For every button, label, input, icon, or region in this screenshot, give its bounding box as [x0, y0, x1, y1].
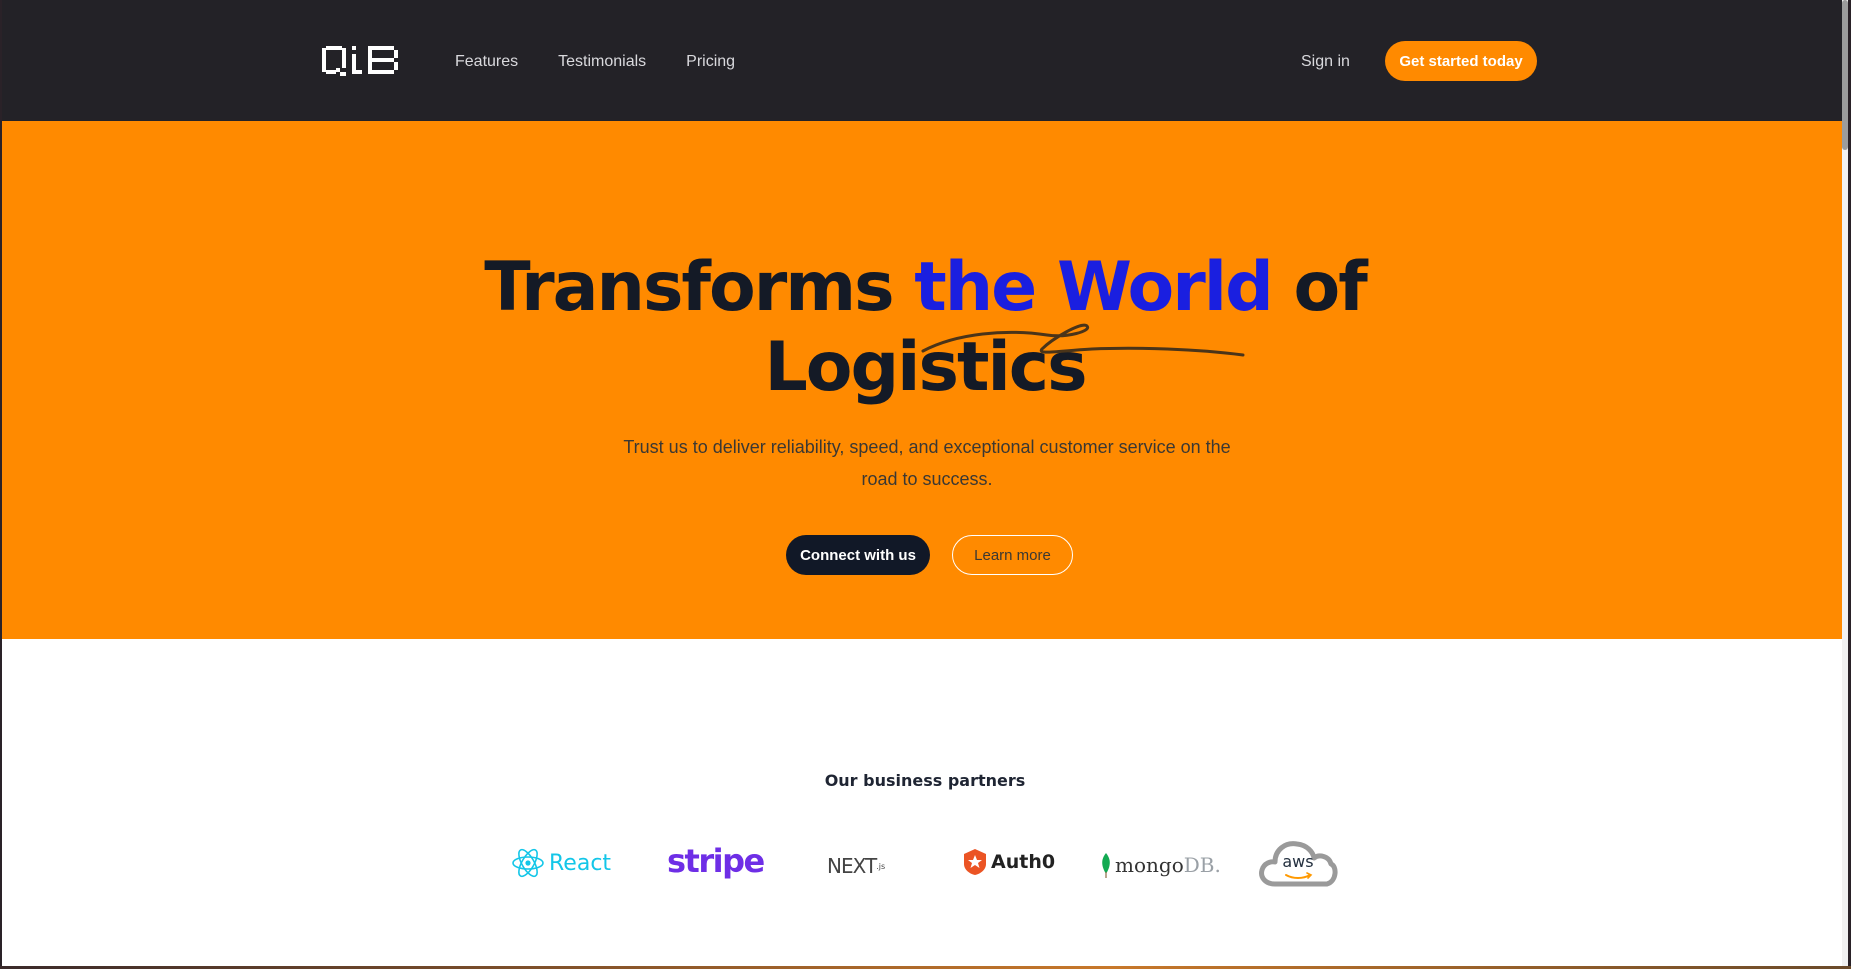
scrollbar-thumb[interactable]	[1842, 0, 1848, 150]
connect-with-us-button[interactable]: Connect with us	[786, 535, 930, 575]
nav-testimonials[interactable]: Testimonials	[558, 52, 646, 72]
mongodb-leaf-icon	[1102, 853, 1110, 878]
react-logo: React	[511, 846, 611, 880]
top-navigation-bar: Features Testimonials Pricing Sign in Ge…	[2, 0, 1848, 121]
nextjs-logo: NEXT .js	[827, 854, 885, 878]
hero-subtitle: Trust us to deliver reliability, speed, …	[623, 437, 1231, 489]
mongodb-logo-suffix: DB.	[1183, 853, 1221, 877]
nextjs-logo-suffix: .js	[876, 861, 886, 871]
hero-section: Transforms the World of Logistics Trust …	[2, 121, 1848, 639]
main-nav: Features Testimonials Pricing	[455, 52, 735, 72]
mongodb-logo: mongo DB.	[1100, 852, 1221, 878]
aws-logo-text: aws	[1282, 852, 1314, 871]
react-logo-text: React	[549, 850, 612, 876]
vertical-scrollbar[interactable]	[1842, 0, 1848, 966]
nav-pricing[interactable]: Pricing	[686, 52, 735, 72]
partners-title: Our business partners	[824, 771, 1026, 790]
headline-part2: of	[1271, 248, 1367, 327]
underline-squiggle-icon	[921, 323, 1245, 357]
auth0-logo-text: Auth0	[991, 851, 1056, 873]
nav-features[interactable]: Features	[455, 52, 518, 72]
react-atom-icon	[512, 848, 544, 878]
landing-page: Features Testimonials Pricing Sign in Ge…	[2, 0, 1848, 966]
sign-in-link[interactable]: Sign in	[1301, 52, 1350, 72]
stripe-logo-text: stripe	[667, 842, 765, 880]
aws-logo: aws	[1257, 836, 1339, 890]
auth0-star-icon	[964, 849, 986, 875]
stripe-logo: stripe	[667, 842, 765, 880]
get-started-button[interactable]: Get started today	[1385, 41, 1537, 81]
nextjs-logo-text: NEXT	[827, 854, 877, 878]
mongodb-logo-text: mongo	[1115, 853, 1184, 877]
qib-logo[interactable]	[322, 46, 398, 78]
auth0-logo: Auth0	[962, 848, 1055, 876]
learn-more-button[interactable]: Learn more	[952, 535, 1073, 575]
headline-part1: Transforms	[484, 248, 915, 327]
